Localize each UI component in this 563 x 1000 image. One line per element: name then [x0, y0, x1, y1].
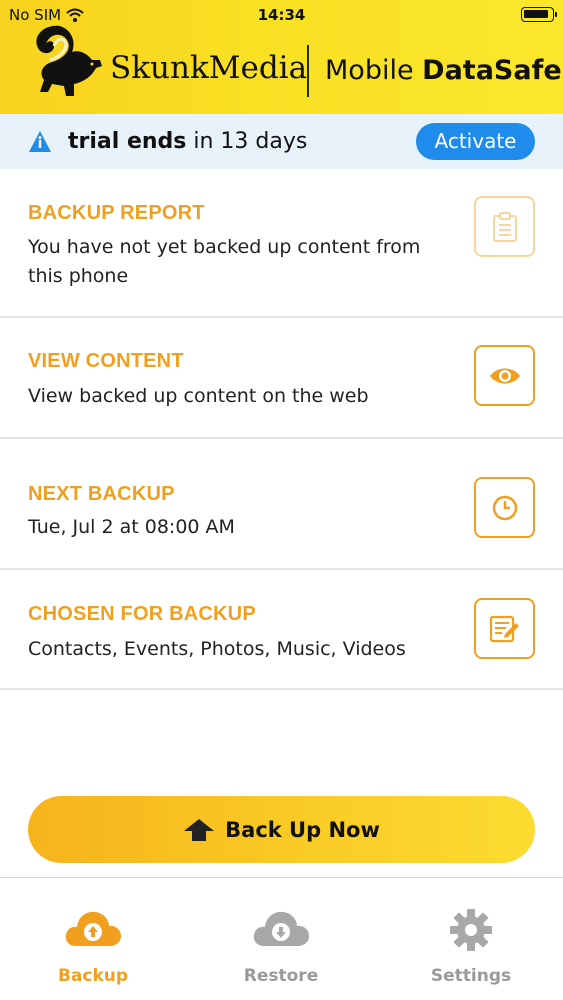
- item-title: VIEW CONTENT: [28, 350, 184, 372]
- header-divider: [307, 45, 309, 97]
- tab-restore[interactable]: Restore: [211, 878, 351, 1000]
- trial-message-bold: trial ends: [68, 129, 187, 154]
- view-content-button[interactable]: [474, 345, 535, 406]
- brand-name: SkunkMedia: [110, 50, 308, 86]
- activate-button[interactable]: Activate: [416, 123, 535, 160]
- cloud-download-icon: [253, 911, 309, 946]
- item-title: BACKUP REPORT: [28, 202, 205, 224]
- back-up-now-button[interactable]: Back Up Now: [28, 796, 535, 863]
- upload-arrow-icon: [184, 818, 215, 841]
- gear-icon: [450, 909, 492, 951]
- clipboard-icon: [492, 211, 517, 242]
- tab-label: Backup: [57, 966, 129, 986]
- backup-report-button[interactable]: [474, 196, 535, 257]
- list-item-view-content[interactable]: VIEW CONTENT View backed up content on t…: [0, 318, 563, 439]
- edit-list-icon: [489, 615, 519, 642]
- next-backup-button[interactable]: [474, 477, 535, 538]
- cloud-upload-icon: [65, 911, 121, 946]
- battery-icon: [521, 7, 557, 22]
- info-list: BACKUP REPORT You have not yet backed up…: [0, 169, 563, 690]
- tab-bar: Backup Restore Settings: [0, 877, 563, 1000]
- skunk-logo-icon: [36, 25, 102, 96]
- item-description: Tue, Jul 2 at 08:00 AM: [28, 516, 235, 538]
- clock-icon: [492, 495, 517, 520]
- info-icon: [29, 131, 51, 152]
- tab-settings[interactable]: Settings: [401, 878, 541, 1000]
- trial-message: trial ends in 13 days: [68, 129, 307, 154]
- trial-banner: trial ends in 13 days Activate: [0, 114, 563, 169]
- product-name-light: Mobile: [325, 55, 423, 86]
- item-description: Contacts, Events, Photos, Music, Videos: [28, 638, 406, 660]
- tab-backup[interactable]: Backup: [23, 878, 163, 1000]
- tab-label: Restore: [243, 966, 319, 986]
- item-description: View backed up content on the web: [28, 385, 369, 407]
- back-up-now-label: Back Up Now: [225, 817, 380, 842]
- list-item-backup-report[interactable]: BACKUP REPORT You have not yet backed up…: [0, 169, 563, 318]
- trial-message-rest: in 13 days: [186, 129, 308, 154]
- list-item-chosen-for-backup[interactable]: CHOSEN FOR BACKUP Contacts, Events, Phot…: [0, 570, 563, 690]
- app-header: No SIM 14:34 SkunkMedia Mobile DataSafe: [0, 0, 563, 114]
- list-item-next-backup[interactable]: NEXT BACKUP Tue, Jul 2 at 08:00 AM: [0, 439, 563, 570]
- item-title: NEXT BACKUP: [28, 483, 175, 505]
- eye-icon: [489, 368, 520, 383]
- item-description: You have not yet backed up content from …: [28, 236, 421, 287]
- tab-label: Settings: [430, 966, 512, 986]
- product-name-bold: DataSafe: [422, 55, 562, 86]
- item-title: CHOSEN FOR BACKUP: [28, 603, 256, 625]
- chosen-for-backup-button[interactable]: [474, 598, 535, 659]
- product-name: Mobile DataSafe: [325, 55, 562, 86]
